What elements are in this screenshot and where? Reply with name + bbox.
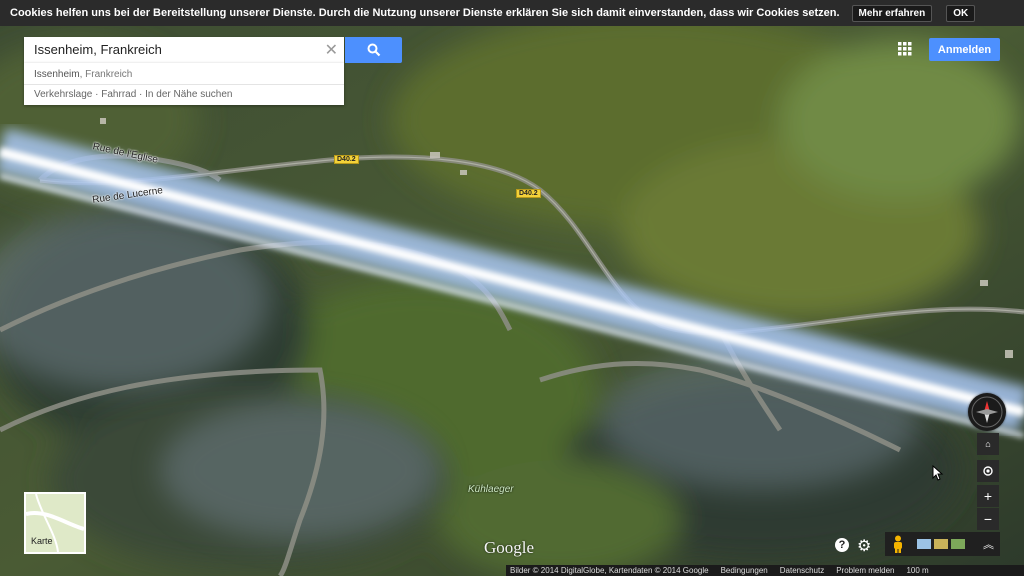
suggestion-main: Issenheim <box>34 69 80 80</box>
pegman-icon[interactable] <box>891 535 905 553</box>
divider <box>24 84 344 85</box>
search-button[interactable] <box>345 37 402 63</box>
tilt-icon[interactable]: ⌂ <box>977 433 999 455</box>
search-input[interactable]: Issenheim, Frankreich <box>34 42 162 57</box>
search-icon <box>367 43 380 57</box>
map-footer: Bilder © 2014 DigitalGlobe, Kartendaten … <box>506 565 1024 576</box>
cookie-ok-button[interactable]: OK <box>946 4 976 22</box>
settings-icon[interactable]: ⚙ <box>857 536 871 556</box>
learn-more-button[interactable]: Mehr erfahren <box>851 4 933 22</box>
zoom-out-icon[interactable]: − <box>977 508 999 530</box>
google-logo: Google <box>484 538 535 557</box>
clear-icon[interactable]: ✕ <box>325 40 338 60</box>
cookie-message: Cookies helfen uns bei der Bereitstellun… <box>10 7 840 19</box>
my-location-icon[interactable] <box>977 460 999 482</box>
imagery-thumb[interactable] <box>951 539 965 549</box>
place-label: Kühlaeger <box>468 484 514 495</box>
search-suggestions: Issenheim, Frankreich Verkehrslage · Fah… <box>24 63 344 105</box>
search-box[interactable]: Issenheim, Frankreich ✕ <box>24 37 344 63</box>
map-view-toggle[interactable]: Karte <box>24 492 86 554</box>
scale-label: 100 m <box>906 566 929 575</box>
report-problem-link[interactable]: Problem melden <box>836 566 894 575</box>
apps-grid-icon[interactable] <box>898 42 912 56</box>
help-icon[interactable]: ? <box>835 538 849 552</box>
imagery-credit: Bilder © 2014 DigitalGlobe, Kartendaten … <box>510 566 709 575</box>
compass-icon[interactable] <box>968 393 1006 431</box>
zoom-in-icon[interactable]: + <box>977 485 999 507</box>
imagery-bar: ︽ <box>885 532 1000 556</box>
imagery-thumb[interactable] <box>917 539 931 549</box>
privacy-link[interactable]: Datenschutz <box>780 566 824 575</box>
terms-link[interactable]: Bedingungen <box>721 566 768 575</box>
cookie-bar: Cookies helfen uns bei der Bereitstellun… <box>0 0 1024 26</box>
road-shield: D40.2 <box>516 189 541 198</box>
minimap-label: Karte <box>31 536 53 546</box>
suggestion-item[interactable]: Issenheim, Frankreich <box>34 69 132 80</box>
imagery-thumb[interactable] <box>934 539 948 549</box>
suggestion-links[interactable]: Verkehrslage · Fahrrad · In der Nähe suc… <box>34 89 232 100</box>
road-shield: D40.2 <box>334 155 359 164</box>
mouse-cursor-icon <box>932 465 944 481</box>
suggestion-rest: , Frankreich <box>79 69 133 80</box>
sign-in-button[interactable]: Anmelden <box>929 38 1000 61</box>
expand-icon[interactable]: ︽ <box>983 536 994 552</box>
